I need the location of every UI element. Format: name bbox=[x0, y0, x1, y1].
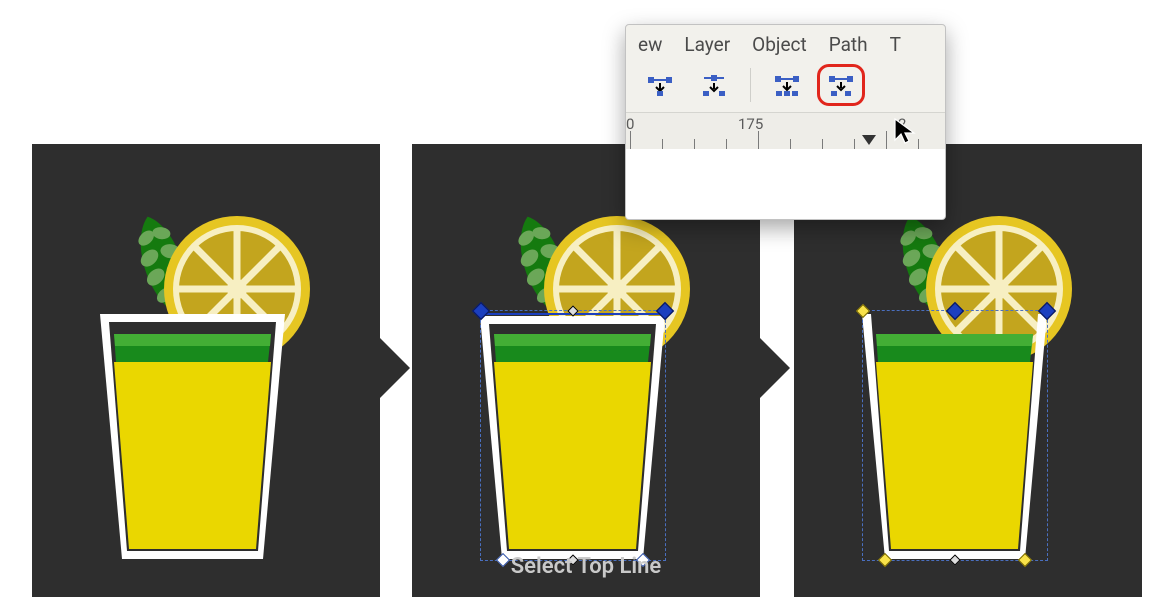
selection-bounding-box bbox=[480, 310, 666, 561]
ruler-label: 2 bbox=[898, 115, 906, 133]
canvas-area[interactable] bbox=[626, 149, 945, 219]
illustration-after bbox=[844, 204, 1092, 574]
step-arrow-2 bbox=[760, 338, 790, 398]
ruler-label: 175 bbox=[738, 115, 763, 133]
glass bbox=[100, 314, 285, 559]
ruler: 0 175 2 bbox=[626, 113, 945, 149]
step-caption: Select Top Line bbox=[412, 554, 760, 579]
node-toolbar bbox=[626, 60, 945, 113]
menu-view[interactable]: ew bbox=[638, 33, 662, 56]
step-panel-1 bbox=[32, 144, 380, 597]
delete-node-button[interactable] bbox=[690, 64, 738, 106]
menu-object[interactable]: Object bbox=[752, 33, 807, 56]
selection-bounding-box bbox=[862, 310, 1048, 561]
step-arrow-1 bbox=[380, 338, 410, 398]
menubar: ew Layer Object Path T bbox=[626, 25, 945, 60]
menu-path[interactable]: Path bbox=[829, 33, 868, 56]
illustration-before bbox=[82, 204, 330, 574]
menu-layer[interactable]: Layer bbox=[684, 33, 730, 56]
toolbar-separator bbox=[750, 68, 751, 102]
join-nodes-button[interactable] bbox=[763, 64, 811, 106]
illustration-select-top bbox=[462, 204, 710, 574]
break-path-button[interactable] bbox=[817, 64, 865, 106]
insert-node-button[interactable] bbox=[636, 64, 684, 106]
menu-trunc[interactable]: T bbox=[890, 33, 901, 56]
inkscape-ui-snippet: ew Layer Object Path T 0 175 2 bbox=[625, 24, 946, 220]
